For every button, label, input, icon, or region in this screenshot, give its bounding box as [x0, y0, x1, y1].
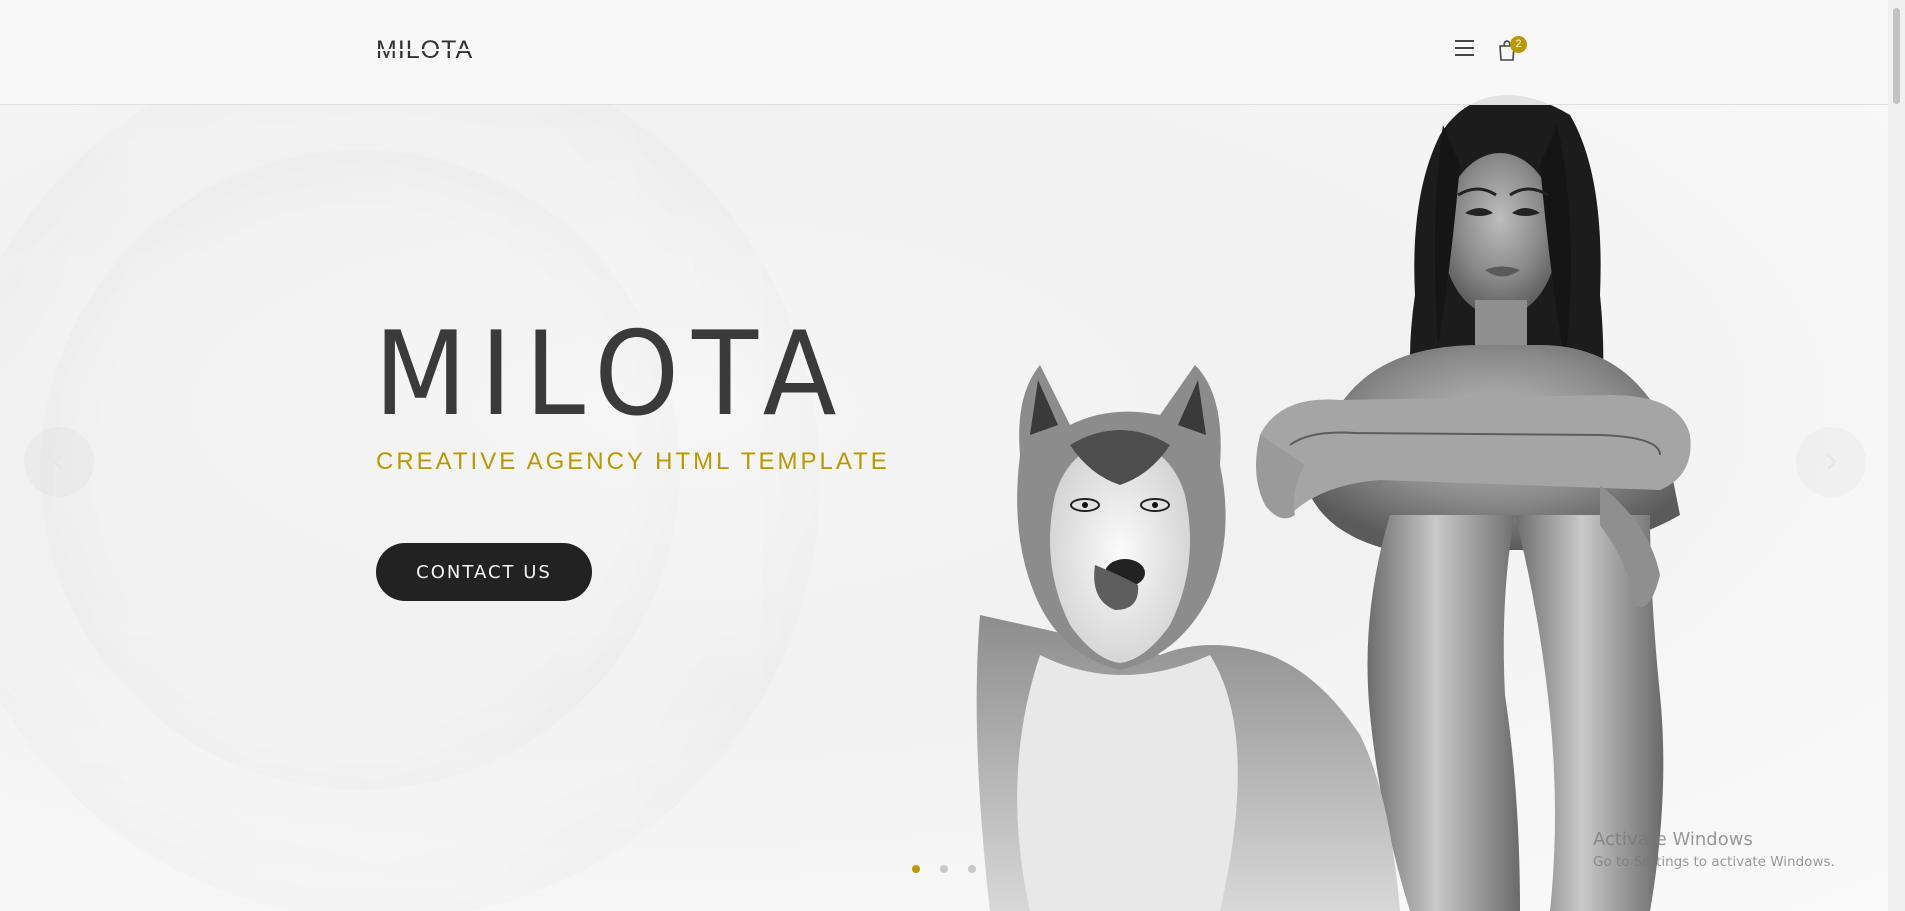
hero-title: MILOTA	[374, 307, 850, 442]
cart-count-badge: 2	[1510, 36, 1527, 53]
site-header: MILOTA 2	[0, 0, 1905, 105]
site-logo[interactable]: MILOTA	[376, 36, 474, 64]
menu-icon[interactable]	[1455, 40, 1474, 57]
watermark-title: Activate Windows	[1593, 829, 1753, 850]
slider-next-button[interactable]	[1796, 427, 1866, 497]
scrollbar-thumb[interactable]	[1893, 8, 1900, 104]
slider-prev-button[interactable]	[24, 427, 94, 497]
hero-image	[976, 95, 1691, 911]
page: MILOTA 2 MILOTA CREATIVE AGENCY HTML TEM…	[0, 0, 1905, 911]
slider-dot-1[interactable]	[912, 865, 920, 873]
logo-stroke	[376, 49, 474, 51]
page-scrollbar[interactable]	[1888, 0, 1905, 911]
windows-activation-watermark: Activate Windows Go to Settings to activ…	[1593, 829, 1835, 871]
slider-dot-2[interactable]	[940, 865, 948, 873]
chevron-left-icon	[53, 454, 63, 470]
slider-dot-3[interactable]	[968, 865, 976, 873]
contact-us-button[interactable]: CONTACT US	[376, 543, 592, 601]
chevron-right-icon	[1827, 454, 1837, 470]
hero-subtitle: CREATIVE AGENCY HTML TEMPLATE	[376, 448, 890, 475]
watermark-subtitle: Go to Settings to activate Windows.	[1593, 854, 1835, 870]
